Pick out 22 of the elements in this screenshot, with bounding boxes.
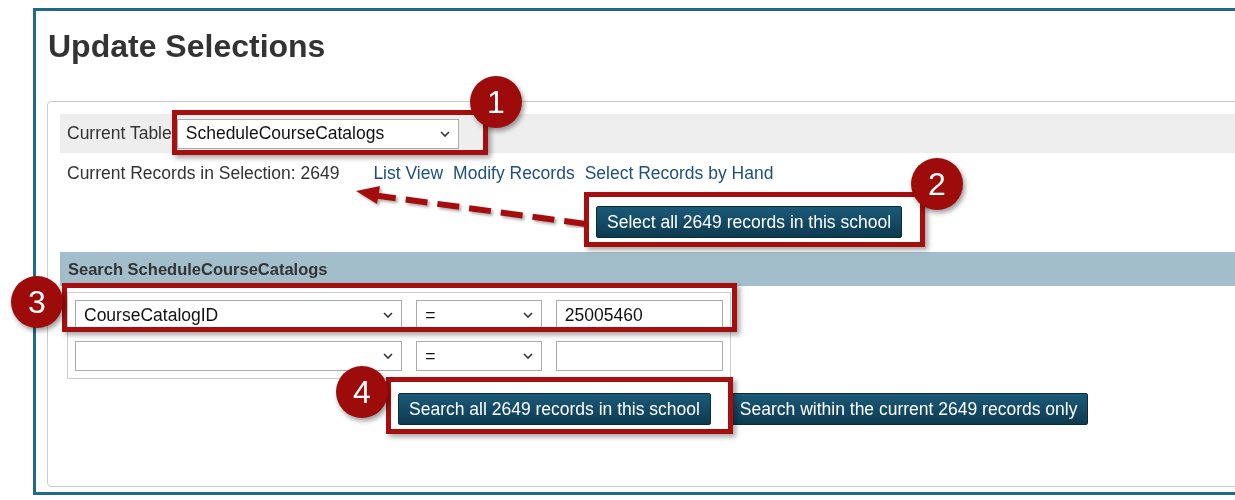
operator-dropdown[interactable]: =: [416, 341, 542, 371]
nav-link[interactable]: List View: [373, 163, 444, 184]
page-title: Update Selections: [48, 29, 326, 63]
callout-badge: 4: [336, 366, 388, 418]
field-dropdown[interactable]: [75, 341, 403, 371]
field-label: Current Table: [67, 123, 172, 144]
nav-link[interactable]: Select Records by Hand: [584, 163, 774, 184]
input-field[interactable]: [555, 341, 723, 371]
chevron-icon: [439, 130, 450, 137]
chevron-icon: [383, 353, 394, 359]
chevron-icon: [383, 312, 394, 318]
section-header: Search ScheduleCourseCatalogs: [60, 252, 1235, 286]
nav-link[interactable]: Modify Records: [453, 163, 575, 184]
callout-badge: 3: [11, 276, 63, 328]
callout-badge: 1: [470, 76, 522, 128]
select-all-button[interactable]: Select all 2649 records in this school: [596, 206, 903, 238]
chevron-icon: [522, 353, 533, 359]
search-button[interactable]: Search all 2649 records in this school: [398, 393, 711, 425]
table-dropdown[interactable]: ScheduleCourseCatalogs: [176, 118, 459, 149]
callout-badge: 2: [911, 158, 963, 210]
chevron-icon: [522, 312, 533, 318]
record-count: Current Records in Selection: 2649: [67, 163, 340, 184]
